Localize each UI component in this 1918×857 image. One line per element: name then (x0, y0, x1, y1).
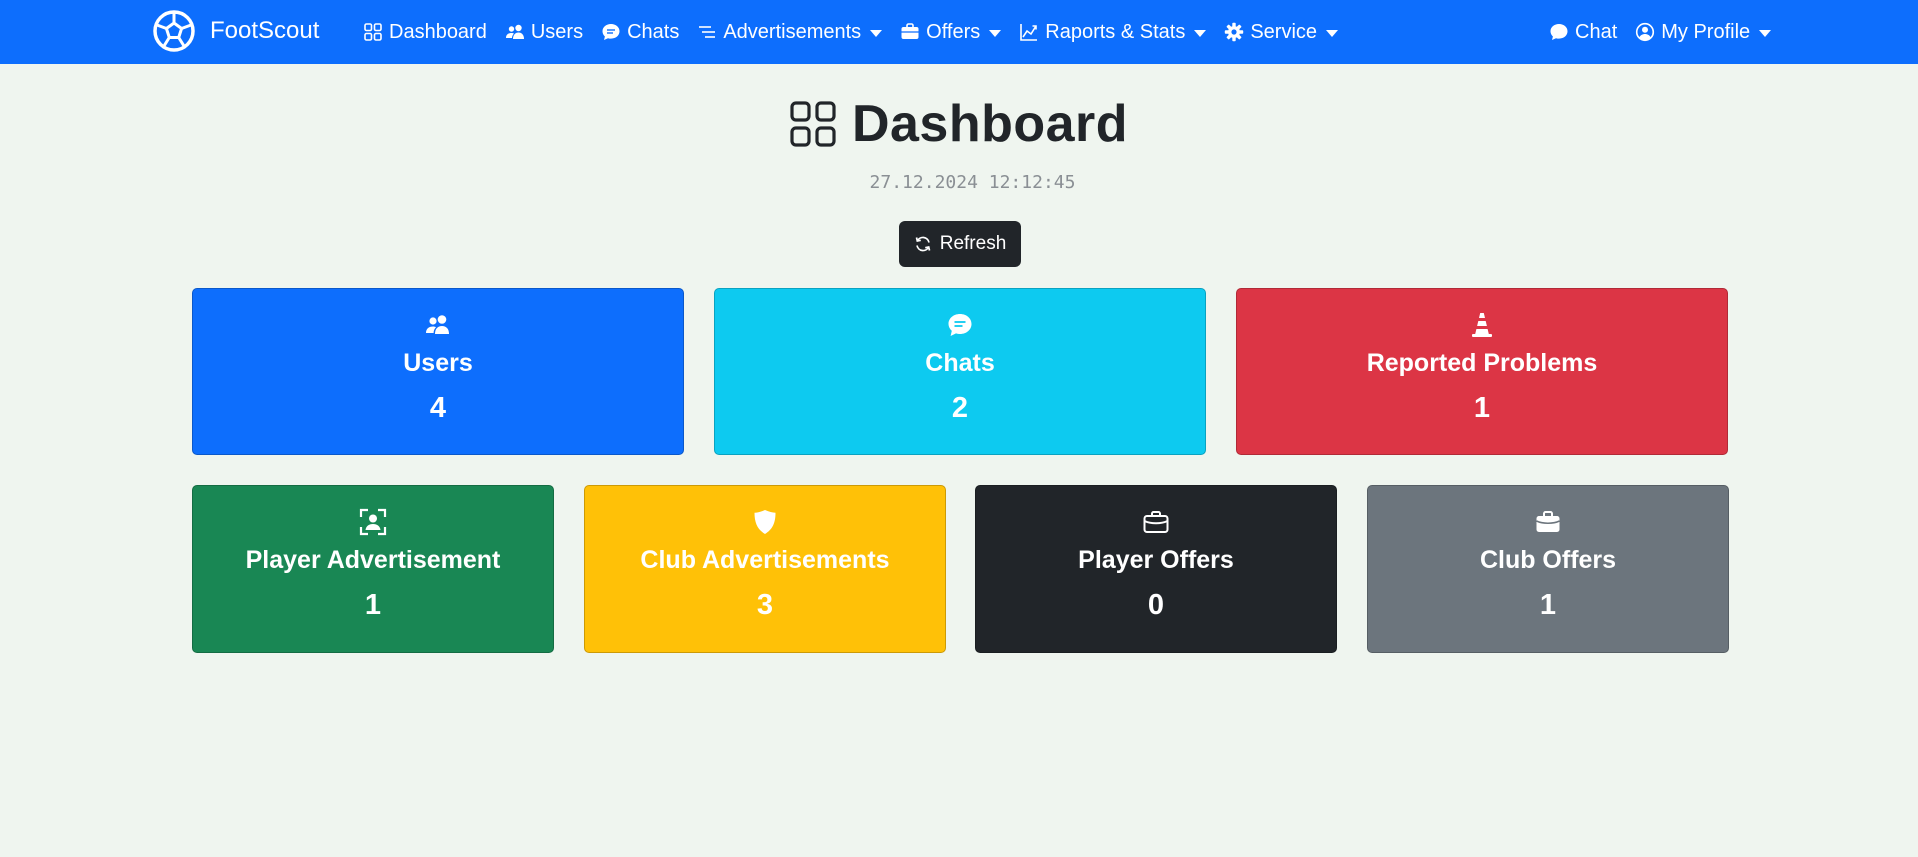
stat-card-title: Club Offers (1479, 546, 1617, 574)
nav-my-profile-label: My Profile (1661, 20, 1751, 43)
nav-chat[interactable]: Chat (1540, 0, 1626, 64)
stat-card-value: 1 (1473, 392, 1491, 424)
nav-chats[interactable]: Chats (592, 0, 688, 64)
nav-offers[interactable]: Offers (891, 0, 1010, 64)
user-nav: Chat My Profile (1540, 0, 1780, 64)
stat-card-value: 0 (1147, 589, 1165, 621)
brand-link[interactable]: FootScout (152, 8, 319, 54)
last-updated-timestamp: 27.12.2024 12:12:45 (869, 172, 1076, 193)
people-icon (505, 24, 524, 39)
brand-name: FootScout (210, 17, 320, 44)
stat-card-club-offers[interactable]: Club Offers 1 (1367, 485, 1729, 653)
stat-card-value: 1 (364, 589, 382, 621)
grid-icon (790, 101, 836, 147)
stat-card-title: Player Advertisement (245, 546, 501, 574)
grid-icon (364, 23, 382, 41)
stat-card-club-advertisements[interactable]: Club Advertisements 3 (584, 485, 946, 653)
refresh-icon (915, 236, 931, 252)
cone-icon (1472, 313, 1492, 337)
chevron-down-icon (1759, 29, 1772, 37)
stat-card-player-offers[interactable]: Player Offers 0 (975, 485, 1337, 653)
stat-card-value: 4 (429, 392, 447, 424)
stat-card-reported-problems[interactable]: Reported Problems 1 (1236, 288, 1728, 455)
top-navbar: FootScout Dashboard Users Chats Advertis… (0, 0, 1918, 64)
graph-icon (1020, 24, 1038, 41)
chat-icon (1550, 24, 1568, 40)
stat-card-title: Club Advertisements (640, 546, 890, 574)
stat-card-value: 1 (1539, 589, 1557, 621)
stat-card-value: 3 (756, 589, 774, 621)
chat-icon (948, 314, 972, 336)
stat-card-chats[interactable]: Chats 2 (714, 288, 1206, 455)
main-nav: Dashboard Users Chats Advertisements Off… (354, 0, 1347, 64)
refresh-button-label: Refresh (939, 233, 1007, 254)
nav-dashboard-label: Dashboard (389, 20, 487, 43)
nav-my-profile[interactable]: My Profile (1626, 0, 1780, 64)
nav-service[interactable]: Service (1215, 0, 1347, 64)
nav-users[interactable]: Users (496, 0, 592, 64)
refresh-button[interactable]: Refresh (899, 221, 1021, 267)
stat-card-title: Reported Problems (1366, 349, 1598, 377)
nav-advertisements[interactable]: Advertisements (688, 0, 891, 64)
chat-icon (602, 24, 620, 40)
nav-dashboard[interactable]: Dashboard (354, 0, 496, 64)
soccer-ball-icon (153, 10, 195, 52)
people-icon (426, 315, 449, 334)
person-circle-icon (1636, 22, 1655, 42)
stat-card-value: 2 (951, 392, 969, 424)
nav-raports-stats-label: Raports & Stats (1045, 20, 1186, 43)
chevron-down-icon (989, 29, 1002, 37)
page-title: Dashboard (851, 95, 1129, 153)
stat-card-users[interactable]: Users 4 (192, 288, 684, 455)
stat-card-title: Player Offers (1078, 546, 1234, 574)
nav-users-label: Users (530, 20, 584, 43)
nav-advertisements-label: Advertisements (723, 20, 862, 43)
nav-service-label: Service (1250, 20, 1318, 43)
briefcase-icon (901, 23, 919, 39)
briefcase-outline-icon (1143, 511, 1169, 533)
nav-offers-label: Offers (926, 20, 981, 43)
stat-card-title: Users (403, 349, 473, 377)
nav-chat-label: Chat (1575, 20, 1618, 43)
list-icon (699, 26, 716, 38)
page-header: Dashboard (0, 92, 1918, 156)
nav-chats-label: Chats (627, 20, 680, 43)
stat-card-title: Chats (925, 349, 995, 377)
person-bounding-box-icon (359, 508, 387, 536)
nav-raports-stats[interactable]: Raports & Stats (1010, 0, 1215, 64)
chevron-down-icon (1326, 29, 1339, 37)
chevron-down-icon (1194, 29, 1207, 37)
briefcase-fill-icon (1536, 511, 1560, 532)
chevron-down-icon (870, 29, 883, 37)
gear-icon (1225, 22, 1244, 42)
stat-card-player-advertisement[interactable]: Player Advertisement 1 (192, 485, 554, 653)
shield-icon (754, 510, 776, 534)
